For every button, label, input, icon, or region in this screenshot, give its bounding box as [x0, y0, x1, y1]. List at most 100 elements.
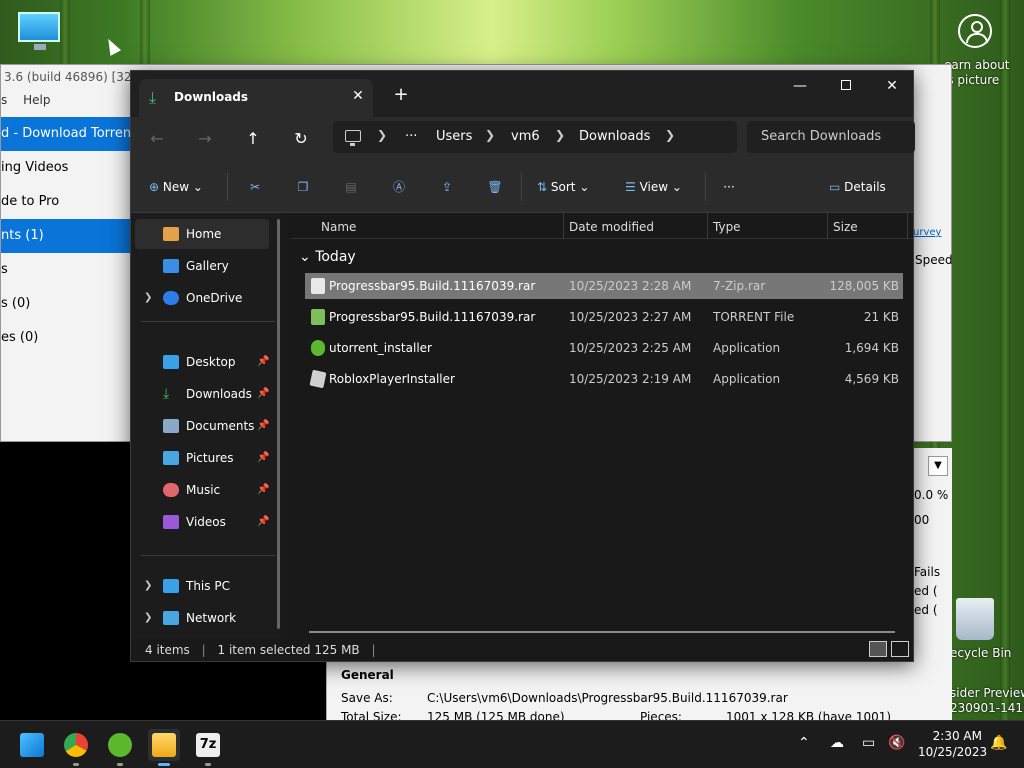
sidebar-item-s0[interactable]: s (0) [1, 287, 133, 321]
sidebar-item-upgrade[interactable]: de to Pro [1, 185, 133, 219]
group-header-today[interactable]: ⌄ Today [299, 249, 356, 265]
chevron-right-icon[interactable]: ❯ [144, 603, 152, 633]
pin-icon[interactable]: 📌 [257, 411, 269, 441]
learn-about-picture-label[interactable]: earn about is picture [944, 58, 1024, 88]
chevron-right-icon[interactable]: ❯ [377, 128, 387, 142]
details-view-icon[interactable] [869, 641, 887, 657]
utorrent-taskbar-button[interactable] [104, 729, 136, 766]
minimize-button[interactable]: — [777, 71, 823, 101]
column-header-type[interactable]: Type [713, 220, 741, 234]
sidebar-item-torrents[interactable]: nts (1) [1, 219, 133, 253]
new-tab-button[interactable]: + [391, 85, 411, 105]
sidebar-item-download-torrents[interactable]: d - Download Torrents F [1, 117, 133, 151]
sidebar-item-downloads[interactable]: ⤓ Downloads 📌 [135, 379, 269, 409]
this-pc-desktop-icon[interactable] [18, 12, 60, 50]
horizontal-scrollbar[interactable] [309, 631, 895, 633]
column-divider[interactable] [827, 213, 828, 239]
chevron-down-icon[interactable]: ▼ [928, 456, 948, 476]
survey-link[interactable]: urvey [913, 227, 941, 238]
view-button[interactable]: ☰ View ⌄ [625, 175, 693, 199]
sidebar-item-documents[interactable]: Documents 📌 [135, 411, 269, 441]
column-header-name[interactable]: Name [321, 220, 356, 234]
refresh-icon[interactable]: ↻ [287, 125, 315, 153]
pin-icon[interactable]: 📌 [257, 379, 269, 409]
sidebar-item-desktop[interactable]: Desktop 📌 [135, 347, 269, 377]
rename-icon[interactable]: Ⓐ [387, 175, 411, 199]
new-button[interactable]: ⊕ New ⌄ [149, 175, 215, 199]
start-button[interactable] [16, 729, 48, 761]
forward-arrow-icon[interactable]: → [191, 125, 219, 153]
sidebar-item-es0[interactable]: es (0) [1, 321, 133, 355]
column-divider[interactable] [907, 213, 908, 239]
notification-bell-icon[interactable]: 🔔 [990, 735, 1007, 751]
monitor-icon[interactable] [345, 130, 361, 146]
chevron-down-icon[interactable]: ⌄ [299, 249, 311, 265]
column-header-date[interactable]: Date modified [569, 220, 654, 234]
more-options-button[interactable]: ··· [717, 175, 741, 199]
column-divider[interactable] [707, 213, 708, 239]
breadcrumb-more[interactable]: ··· [405, 129, 417, 144]
sidebar-item-gallery[interactable]: Gallery [135, 251, 269, 281]
chevron-right-icon[interactable]: ❯ [555, 128, 565, 142]
recycle-bin-label[interactable]: ecycle Bin [950, 646, 1011, 660]
7zip-taskbar-button[interactable]: 7z [192, 729, 224, 766]
chevron-up-icon[interactable]: ⌃ [798, 735, 810, 751]
nav-scrollbar[interactable] [277, 219, 280, 629]
breadcrumb[interactable]: ❯ ··· Users ❯ vm6 ❯ Downloads ❯ [333, 121, 737, 153]
copy-icon[interactable]: ❐ [291, 175, 315, 199]
table-row[interactable]: Progressbar95.Build.11167039.rar 10/25/2… [305, 273, 903, 299]
pin-icon[interactable]: 📌 [257, 507, 269, 537]
chevron-right-icon[interactable]: ❯ [144, 283, 152, 313]
tab-downloads[interactable]: ⤓ Downloads ✕ [139, 79, 373, 117]
chevron-right-icon[interactable]: ❯ [665, 128, 675, 142]
display-icon[interactable]: ▭ [862, 735, 875, 751]
breadcrumb-vm6[interactable]: vm6 [511, 129, 540, 144]
pin-icon[interactable]: 📌 [257, 443, 269, 473]
details-button[interactable]: ▭ Details [829, 175, 893, 199]
search-input[interactable]: Search Downloads [747, 121, 915, 153]
share-icon[interactable]: ⇪ [435, 175, 459, 199]
clock-time[interactable]: 2:30 AM [930, 729, 982, 743]
sort-button[interactable]: ⇅ Sort ⌄ [537, 175, 601, 199]
pin-icon[interactable]: 📌 [257, 475, 269, 505]
sidebar-item-home[interactable]: Home [135, 219, 269, 249]
table-row[interactable]: Progressbar95.Build.11167039.rar 10/25/2… [305, 304, 903, 330]
breadcrumb-users[interactable]: Users [436, 129, 472, 144]
chrome-taskbar-button[interactable] [60, 729, 92, 766]
paste-icon[interactable]: ▤ [339, 175, 363, 199]
speed-column-header[interactable]: Speed [915, 253, 953, 267]
recycle-bin-icon[interactable] [956, 598, 994, 640]
delete-icon[interactable]: 🗑 [483, 175, 507, 199]
back-arrow-icon[interactable]: ← [143, 125, 171, 153]
chevron-right-icon[interactable]: ❯ [144, 571, 152, 601]
explorer-titlebar[interactable]: ⤓ Downloads ✕ + — ✕ [131, 71, 913, 117]
menu-item-prefix[interactable]: s [1, 93, 7, 107]
breadcrumb-downloads[interactable]: Downloads [579, 129, 650, 144]
sidebar-item-this-pc[interactable]: ❯ This PC [135, 571, 269, 601]
table-row[interactable]: utorrent_installer 10/25/2023 2:25 AM Ap… [305, 335, 903, 361]
learn-about-picture-icon[interactable] [958, 14, 992, 48]
sidebar-item-s[interactable]: s [1, 253, 133, 287]
sidebar-item-videos[interactable]: ing Videos [1, 151, 133, 185]
column-divider[interactable] [563, 213, 564, 239]
volume-muted-icon[interactable]: 🔇 [888, 735, 905, 751]
tiles-view-icon[interactable] [891, 641, 909, 657]
menu-item-help[interactable]: Help [23, 93, 50, 107]
file-explorer-taskbar-button[interactable] [148, 729, 180, 766]
pin-icon[interactable]: 📌 [257, 347, 269, 377]
sidebar-item-videos[interactable]: Videos 📌 [135, 507, 269, 537]
close-window-button[interactable]: ✕ [869, 71, 915, 101]
table-row[interactable]: RobloxPlayerInstaller 10/25/2023 2:19 AM… [305, 366, 903, 392]
clock-date[interactable]: 10/25/2023 [918, 745, 987, 759]
sidebar-item-music[interactable]: Music 📌 [135, 475, 269, 505]
cut-icon[interactable]: ✂ [243, 175, 267, 199]
up-arrow-icon[interactable]: ↑ [239, 125, 267, 153]
column-header-size[interactable]: Size [833, 220, 858, 234]
sidebar-item-network[interactable]: ❯ Network [135, 603, 269, 633]
sidebar-item-pictures[interactable]: Pictures 📌 [135, 443, 269, 473]
sidebar-item-onedrive[interactable]: ❯ OneDrive [135, 283, 269, 313]
cloud-network-icon[interactable]: ☁ [830, 735, 844, 751]
close-tab-icon[interactable]: ✕ [349, 87, 367, 105]
maximize-button[interactable] [823, 71, 869, 101]
chevron-right-icon[interactable]: ❯ [485, 128, 495, 142]
